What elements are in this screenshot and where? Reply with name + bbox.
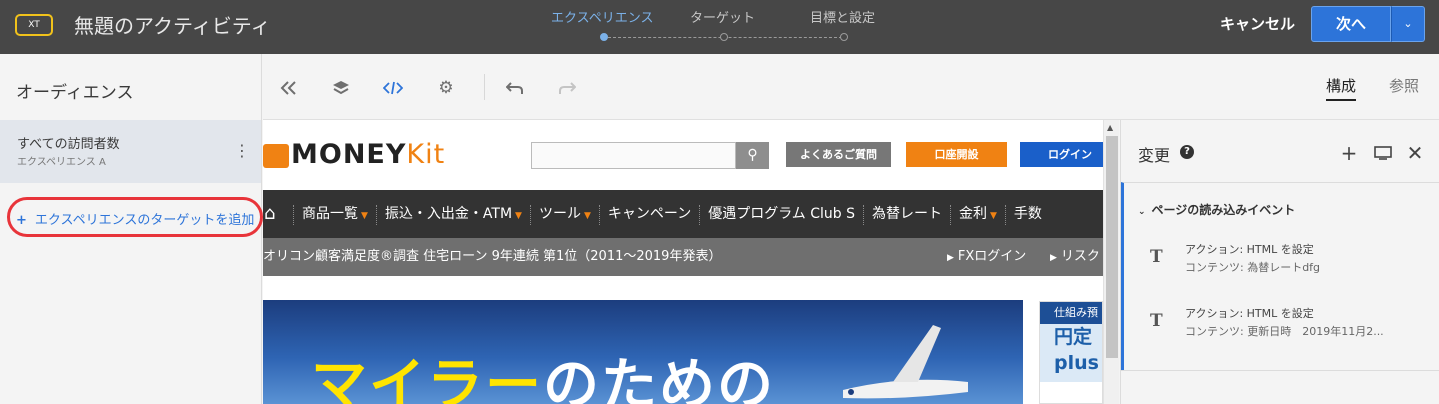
- plus-icon: +: [16, 213, 27, 228]
- audience-experience-label: エクスペリエンス A: [17, 157, 106, 168]
- toolbar-divider: [484, 74, 485, 100]
- layers-icon[interactable]: [329, 76, 353, 100]
- nav-item[interactable]: 振込・入出金・ATM ▼: [375, 205, 530, 225]
- close-icon[interactable]: ✕: [1404, 141, 1426, 165]
- collapse-icon[interactable]: [277, 76, 301, 100]
- redo-icon[interactable]: [555, 76, 579, 100]
- promo-card-body: 円定 plus: [1040, 324, 1102, 382]
- nav-item[interactable]: 金利 ▼: [950, 205, 1005, 225]
- nav-item[interactable]: 手数: [1004, 205, 1050, 225]
- nav-item[interactable]: 為替レート: [863, 205, 950, 225]
- code-icon[interactable]: [381, 76, 405, 100]
- modifications-title: 変更: [1138, 146, 1171, 165]
- activity-title[interactable]: 無題のアクティビティ: [74, 13, 271, 39]
- page-preview[interactable]: MONEYKit ⚲ よくあるご質問 口座開設 ログイン ⌂ 商品一覧 ▼ 振込・…: [263, 120, 1103, 404]
- nav-item[interactable]: 優遇プログラム Club S: [699, 205, 863, 225]
- modification-item[interactable]: T アクション: HTML を設定 コンテンツ: 更新日時 2019年11月2.…: [1124, 297, 1439, 355]
- home-icon[interactable]: ⌂: [264, 203, 275, 224]
- step-goals[interactable]: 目標と設定: [810, 11, 875, 27]
- site-search-input[interactable]: [531, 142, 736, 169]
- step-dot-experience: [600, 33, 608, 41]
- preview-scrollbar[interactable]: ▲: [1103, 120, 1119, 404]
- next-dropdown-button[interactable]: ⌄: [1391, 6, 1425, 42]
- nav-item[interactable]: 商品一覧 ▼: [293, 205, 376, 225]
- modifications-panel: 変更 ? + ✕ ⌄ ページの読み込みイベント T アクション: HTML を設定…: [1120, 120, 1439, 404]
- risk-link[interactable]: ▶ リスク: [1050, 238, 1100, 277]
- add-icon[interactable]: +: [1338, 141, 1360, 165]
- banner-headline: マイラーのための: [311, 353, 775, 404]
- cancel-button[interactable]: キャンセル: [1220, 14, 1295, 34]
- step-dot-target: [720, 33, 728, 41]
- text-icon: T: [1150, 247, 1163, 267]
- audience-panel: オーディエンス すべての訪問者数 エクスペリエンス A ⋮ + エクスペリエンスの…: [0, 54, 263, 404]
- site-sub-bar: オリコン顧客満足度®調査 住宅ローン 9年連続 第1位（2011～2019年発表…: [263, 238, 1103, 276]
- add-target-label: エクスペリエンスのターゲットを追加: [34, 213, 255, 228]
- promo-card[interactable]: 仕組み預 円定 plus: [1039, 301, 1103, 404]
- site-nav: ⌂ 商品一覧 ▼ 振込・入出金・ATM ▼ ツール ▼ キャンペーン 優遇プログラム …: [263, 190, 1103, 238]
- text-icon: T: [1150, 311, 1163, 331]
- page-load-event-toggle[interactable]: ⌄ ページの読み込みイベント: [1138, 201, 1295, 218]
- tab-compose[interactable]: 構成: [1326, 76, 1357, 101]
- nav-item[interactable]: ツール ▼: [529, 205, 599, 225]
- action-label: アクション: HTML を設定: [1185, 307, 1314, 320]
- promo-card-header: 仕組み預: [1040, 302, 1102, 324]
- more-options-icon[interactable]: ⋮: [234, 142, 250, 160]
- editor-toolbar: ⚙ 構成 参照: [263, 54, 1439, 120]
- brand-logo-icon: [263, 144, 289, 168]
- fx-login-link[interactable]: ▶ FXログイン: [947, 238, 1026, 277]
- page-load-event-group: ⌄ ページの読み込みイベント T アクション: HTML を設定 コンテンツ: 為…: [1121, 182, 1439, 370]
- open-account-button[interactable]: 口座開設: [906, 142, 1007, 167]
- help-icon[interactable]: ?: [1180, 145, 1194, 159]
- content-label: コンテンツ: 更新日時 2019年11月2...: [1185, 325, 1384, 338]
- faq-button[interactable]: よくあるご質問: [786, 142, 891, 167]
- gear-icon[interactable]: ⚙: [434, 76, 458, 100]
- step-target[interactable]: ターゲット: [690, 11, 755, 27]
- hero-banner[interactable]: マイラーのための: [263, 300, 1023, 404]
- chevron-down-icon: ⌄: [1403, 17, 1413, 30]
- tab-browse[interactable]: 参照: [1389, 76, 1419, 96]
- audience-item[interactable]: すべての訪問者数 エクスペリエンス A ⋮: [0, 120, 261, 183]
- brand-logo[interactable]: MONEYKit: [291, 139, 445, 170]
- scroll-thumb[interactable]: [1106, 136, 1118, 358]
- next-button[interactable]: 次へ: [1311, 6, 1391, 42]
- top-bar: XT 無題のアクティビティ エクスペリエンス ターゲット 目標と設定 キャンセル…: [0, 0, 1439, 54]
- action-label: アクション: HTML を設定: [1185, 243, 1314, 256]
- panel-divider: [1121, 370, 1439, 371]
- airplane-image: [843, 325, 968, 399]
- scroll-up-icon[interactable]: ▲: [1107, 123, 1113, 132]
- undo-icon[interactable]: [503, 76, 527, 100]
- chevron-down-icon: ⌄: [1138, 207, 1146, 217]
- step-dot-goals: [840, 33, 848, 41]
- audience-panel-title: オーディエンス: [16, 83, 134, 103]
- ranking-message: オリコン顧客満足度®調査 住宅ローン 9年連続 第1位（2011～2019年発表…: [263, 249, 722, 264]
- content-label: コンテンツ: 為替レートdfg: [1185, 261, 1321, 274]
- nav-item[interactable]: キャンペーン: [598, 205, 699, 225]
- step-experience[interactable]: エクスペリエンス: [551, 11, 653, 27]
- modification-item[interactable]: T アクション: HTML を設定 コンテンツ: 為替レートdfg: [1124, 233, 1439, 291]
- search-icon[interactable]: ⚲: [736, 142, 769, 169]
- activity-type-badge: XT: [15, 14, 53, 36]
- login-button[interactable]: ログイン: [1020, 142, 1103, 167]
- audience-name: すべての訪問者数: [17, 137, 120, 152]
- screen-icon[interactable]: [1372, 142, 1394, 164]
- add-experience-target-link[interactable]: + エクスペリエンスのターゲットを追加: [16, 209, 254, 228]
